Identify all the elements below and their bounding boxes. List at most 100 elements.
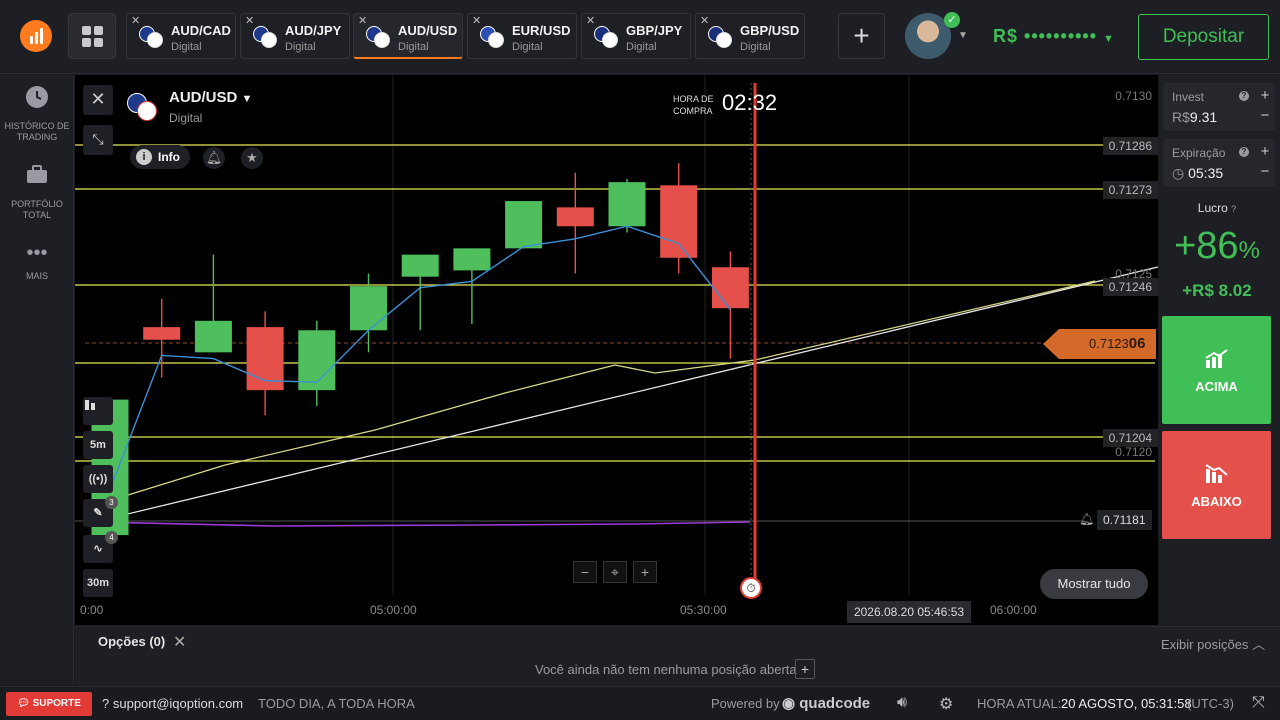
currency-flag-icon xyxy=(366,26,392,50)
sidebar-item-more[interactable]: ••• MAIS xyxy=(0,241,74,282)
alarm-bell-icon[interactable]: 🔔︎ xyxy=(1079,512,1094,526)
invest-decrease-button[interactable]: − xyxy=(1255,107,1275,124)
more-icon: ••• xyxy=(26,242,48,264)
chart-type-button[interactable] xyxy=(83,397,113,425)
asset-tab[interactable]: ✕ GBP/JPY Digital xyxy=(581,13,691,59)
put-down-label: ABAIXO xyxy=(1191,494,1242,509)
asset-selector[interactable]: AUD/USD ▼ xyxy=(169,89,252,106)
sound-icon[interactable]: 🔊︎ xyxy=(897,694,907,712)
candle-body xyxy=(608,182,646,227)
tab-type: Digital xyxy=(512,41,543,53)
profit-label-row: Lucro ? xyxy=(1159,201,1275,215)
current-price-tag: 0.712306 xyxy=(1043,329,1156,359)
fullscreen-icon[interactable]: ⤧ xyxy=(1252,694,1265,712)
currency-flag-icon xyxy=(139,26,165,50)
support-email: support@iqoption.com xyxy=(112,696,244,711)
invest-increase-button[interactable]: + xyxy=(1255,87,1275,104)
profit-amount: +R$ 8.02 xyxy=(1182,281,1252,300)
candle-body xyxy=(350,286,387,331)
asset-caret-icon: ▼ xyxy=(241,93,253,105)
tab-type: Digital xyxy=(171,41,202,53)
asset-name: AUD/USD xyxy=(169,89,238,106)
invest-field[interactable]: Invest ? R$9.31 + − xyxy=(1163,83,1275,131)
price-chart[interactable]: ✕ ⤡ AUD/USD ▼ Digital i Info 🔔︎ ★ HORA DE… xyxy=(75,75,1158,625)
asset-tab[interactable]: ✕ AUD/CAD Digital xyxy=(126,13,236,59)
alarm-price-label[interactable]: 0.71181 xyxy=(1097,510,1152,530)
stopwatch-icon: ⏱︎ xyxy=(740,577,762,599)
timeframe-30m-button[interactable]: 30m xyxy=(83,569,113,597)
expiry-value-row[interactable]: ◷ 05:35 xyxy=(1172,165,1223,182)
call-up-button[interactable]: ACIMA xyxy=(1162,316,1271,424)
tab-pair: GBP/JPY xyxy=(626,23,683,38)
deposit-button[interactable]: Depositar xyxy=(1138,14,1269,60)
options-title[interactable]: Opções (0) xyxy=(98,634,165,649)
invest-amount: 9.31 xyxy=(1189,109,1218,125)
purchase-countdown: 02:32 xyxy=(722,90,778,115)
timeframe-5m-button[interactable]: 5m xyxy=(83,431,113,459)
time-tick: 06:00:00 xyxy=(990,603,1037,617)
help-icon[interactable]: ? xyxy=(1239,147,1249,157)
price-level-label: 0.7130 xyxy=(1115,89,1152,103)
purchase-time-label: HORA DE COMPRA xyxy=(673,93,714,117)
options-title-label: Opções xyxy=(98,634,146,649)
info-button[interactable]: i Info xyxy=(130,145,190,169)
add-position-button[interactable]: + xyxy=(795,659,815,679)
zoom-out-button[interactable]: − xyxy=(573,561,597,583)
options-count: (0) xyxy=(149,634,166,649)
add-asset-button[interactable]: + xyxy=(838,13,885,59)
sidebar-item-history[interactable]: HISTÓRICO DE TRADING xyxy=(0,85,74,143)
indicator-count-badge: 4 xyxy=(105,531,118,544)
time-tick: 05:30:00 xyxy=(680,603,727,617)
show-all-button[interactable]: Mostrar tudo xyxy=(1040,569,1148,599)
put-down-button[interactable]: ABAIXO xyxy=(1162,431,1271,539)
support-button[interactable]: 💬︎ SUPORTE xyxy=(6,692,92,716)
quadcode-logo: ◉ quadcode xyxy=(782,694,870,712)
support-email-link[interactable]: ? support@iqoption.com xyxy=(102,696,243,711)
trend-line xyxy=(114,266,1158,518)
asset-tab[interactable]: ✕ AUD/USD Digital xyxy=(353,13,463,59)
expiry-field[interactable]: Expiração ? ◷ 05:35 + − xyxy=(1163,139,1275,187)
profit-pct-sign: % xyxy=(1238,237,1260,264)
bell-icon[interactable]: 🔔︎ xyxy=(203,147,225,169)
sidebar-item-portfolio[interactable]: PORTFÓLIO TOTAL xyxy=(0,163,74,221)
asset-grid-button[interactable] xyxy=(68,13,116,59)
chart-canvas[interactable] xyxy=(75,75,1158,625)
help-icon[interactable]: ? xyxy=(1231,204,1236,214)
cursor-time-label: 2026.08.20 05:46:53 xyxy=(847,601,971,623)
asset-tab[interactable]: ✕ AUD/JPY Digital xyxy=(240,13,350,59)
oscillator-line xyxy=(94,521,751,527)
zoom-reset-button[interactable]: ⌖ xyxy=(603,561,627,583)
close-chart-button[interactable]: ✕ xyxy=(83,85,113,115)
invest-value[interactable]: R$9.31 xyxy=(1172,109,1217,125)
balance-caret-icon: ▼ xyxy=(1103,33,1115,45)
help-circle-icon: ? xyxy=(102,696,110,711)
gear-icon[interactable]: ⚙ xyxy=(939,694,953,714)
purchase-label-line1: HORA DE xyxy=(673,94,714,104)
balance-display[interactable]: R$ •••••••••• ▼ xyxy=(993,26,1115,47)
show-positions-label: Exibir posições xyxy=(1161,637,1249,652)
asset-tab[interactable]: ✕ EUR/USD Digital xyxy=(467,13,577,59)
close-icon[interactable]: ✕ xyxy=(173,632,186,652)
tab-pair: EUR/USD xyxy=(512,23,571,38)
signals-button[interactable]: ((•)) xyxy=(83,465,113,493)
shrink-chart-button[interactable]: ⤡ xyxy=(83,125,113,155)
expiry-decrease-button[interactable]: − xyxy=(1255,163,1275,180)
sidebar-item-label: PORTFÓLIO TOTAL xyxy=(11,199,63,220)
help-icon[interactable]: ? xyxy=(1239,91,1249,101)
show-positions-toggle[interactable]: Exibir posições ︿ xyxy=(1161,634,1265,653)
iq-logo[interactable] xyxy=(20,20,52,52)
currency-flag-icon xyxy=(480,26,506,50)
profit-percentage: +86% xyxy=(1159,225,1275,268)
current-price-suffix: 06 xyxy=(1128,335,1146,352)
avatar-caret-icon[interactable]: ▼ xyxy=(958,30,968,41)
zoom-in-button[interactable]: + xyxy=(633,561,657,583)
candle-body xyxy=(505,201,543,249)
support-tagline: TODO DIA, A TODA HORA xyxy=(258,696,415,711)
time-tick: 05:00:00 xyxy=(370,603,417,617)
expiry-value: 05:35 xyxy=(1188,165,1224,181)
expiry-increase-button[interactable]: + xyxy=(1255,143,1275,160)
star-icon[interactable]: ★ xyxy=(241,147,263,169)
app-root: ✕ AUD/CAD Digital ✕ AUD/JPY Digital ✕ AUD/USD Di… xyxy=(0,0,1280,720)
price-level-label: 0.71273 xyxy=(1102,181,1158,199)
asset-tab[interactable]: ✕ GBP/USD Digital xyxy=(695,13,805,59)
